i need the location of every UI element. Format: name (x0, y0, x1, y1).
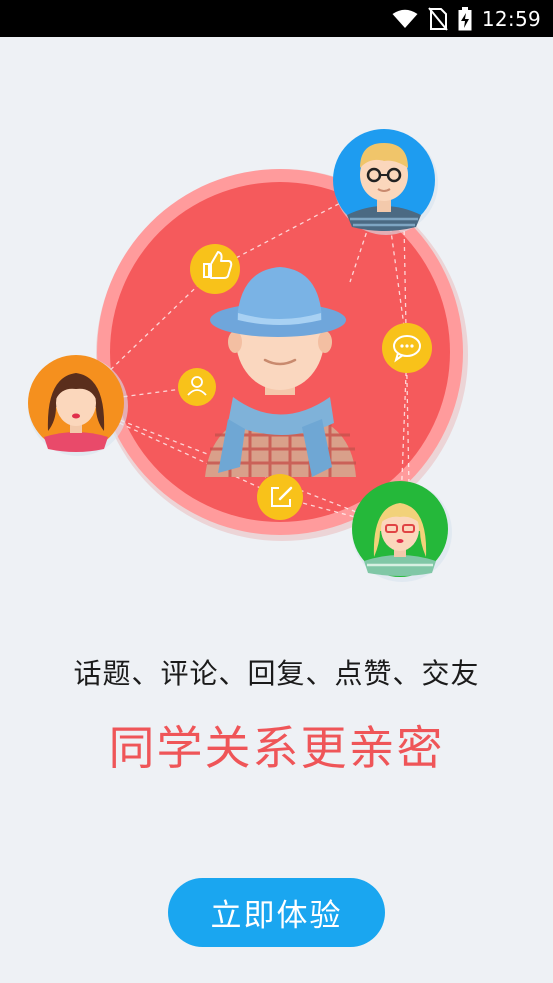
battery-charging-icon (458, 6, 472, 31)
chat-bubble-icon (382, 323, 432, 373)
feature-tagline: 话题、评论、回复、点赞、交友 (73, 657, 480, 690)
status-bar: 12:59 (0, 0, 553, 37)
edit-icon (257, 474, 303, 520)
try-now-button[interactable]: 立即体验 (168, 878, 385, 947)
status-time: 12:59 (481, 6, 541, 31)
no-sim-icon (428, 6, 448, 31)
social-illustration (0, 37, 553, 597)
headline: 同学关系更亲密 (108, 721, 445, 775)
wifi-icon (392, 9, 418, 29)
status-icons: 12:59 (392, 0, 541, 37)
user-icon (178, 368, 216, 406)
avatar-girl-glasses (352, 481, 452, 582)
thumbs-up-icon (190, 244, 240, 294)
avatar-boy-glasses (333, 129, 438, 235)
